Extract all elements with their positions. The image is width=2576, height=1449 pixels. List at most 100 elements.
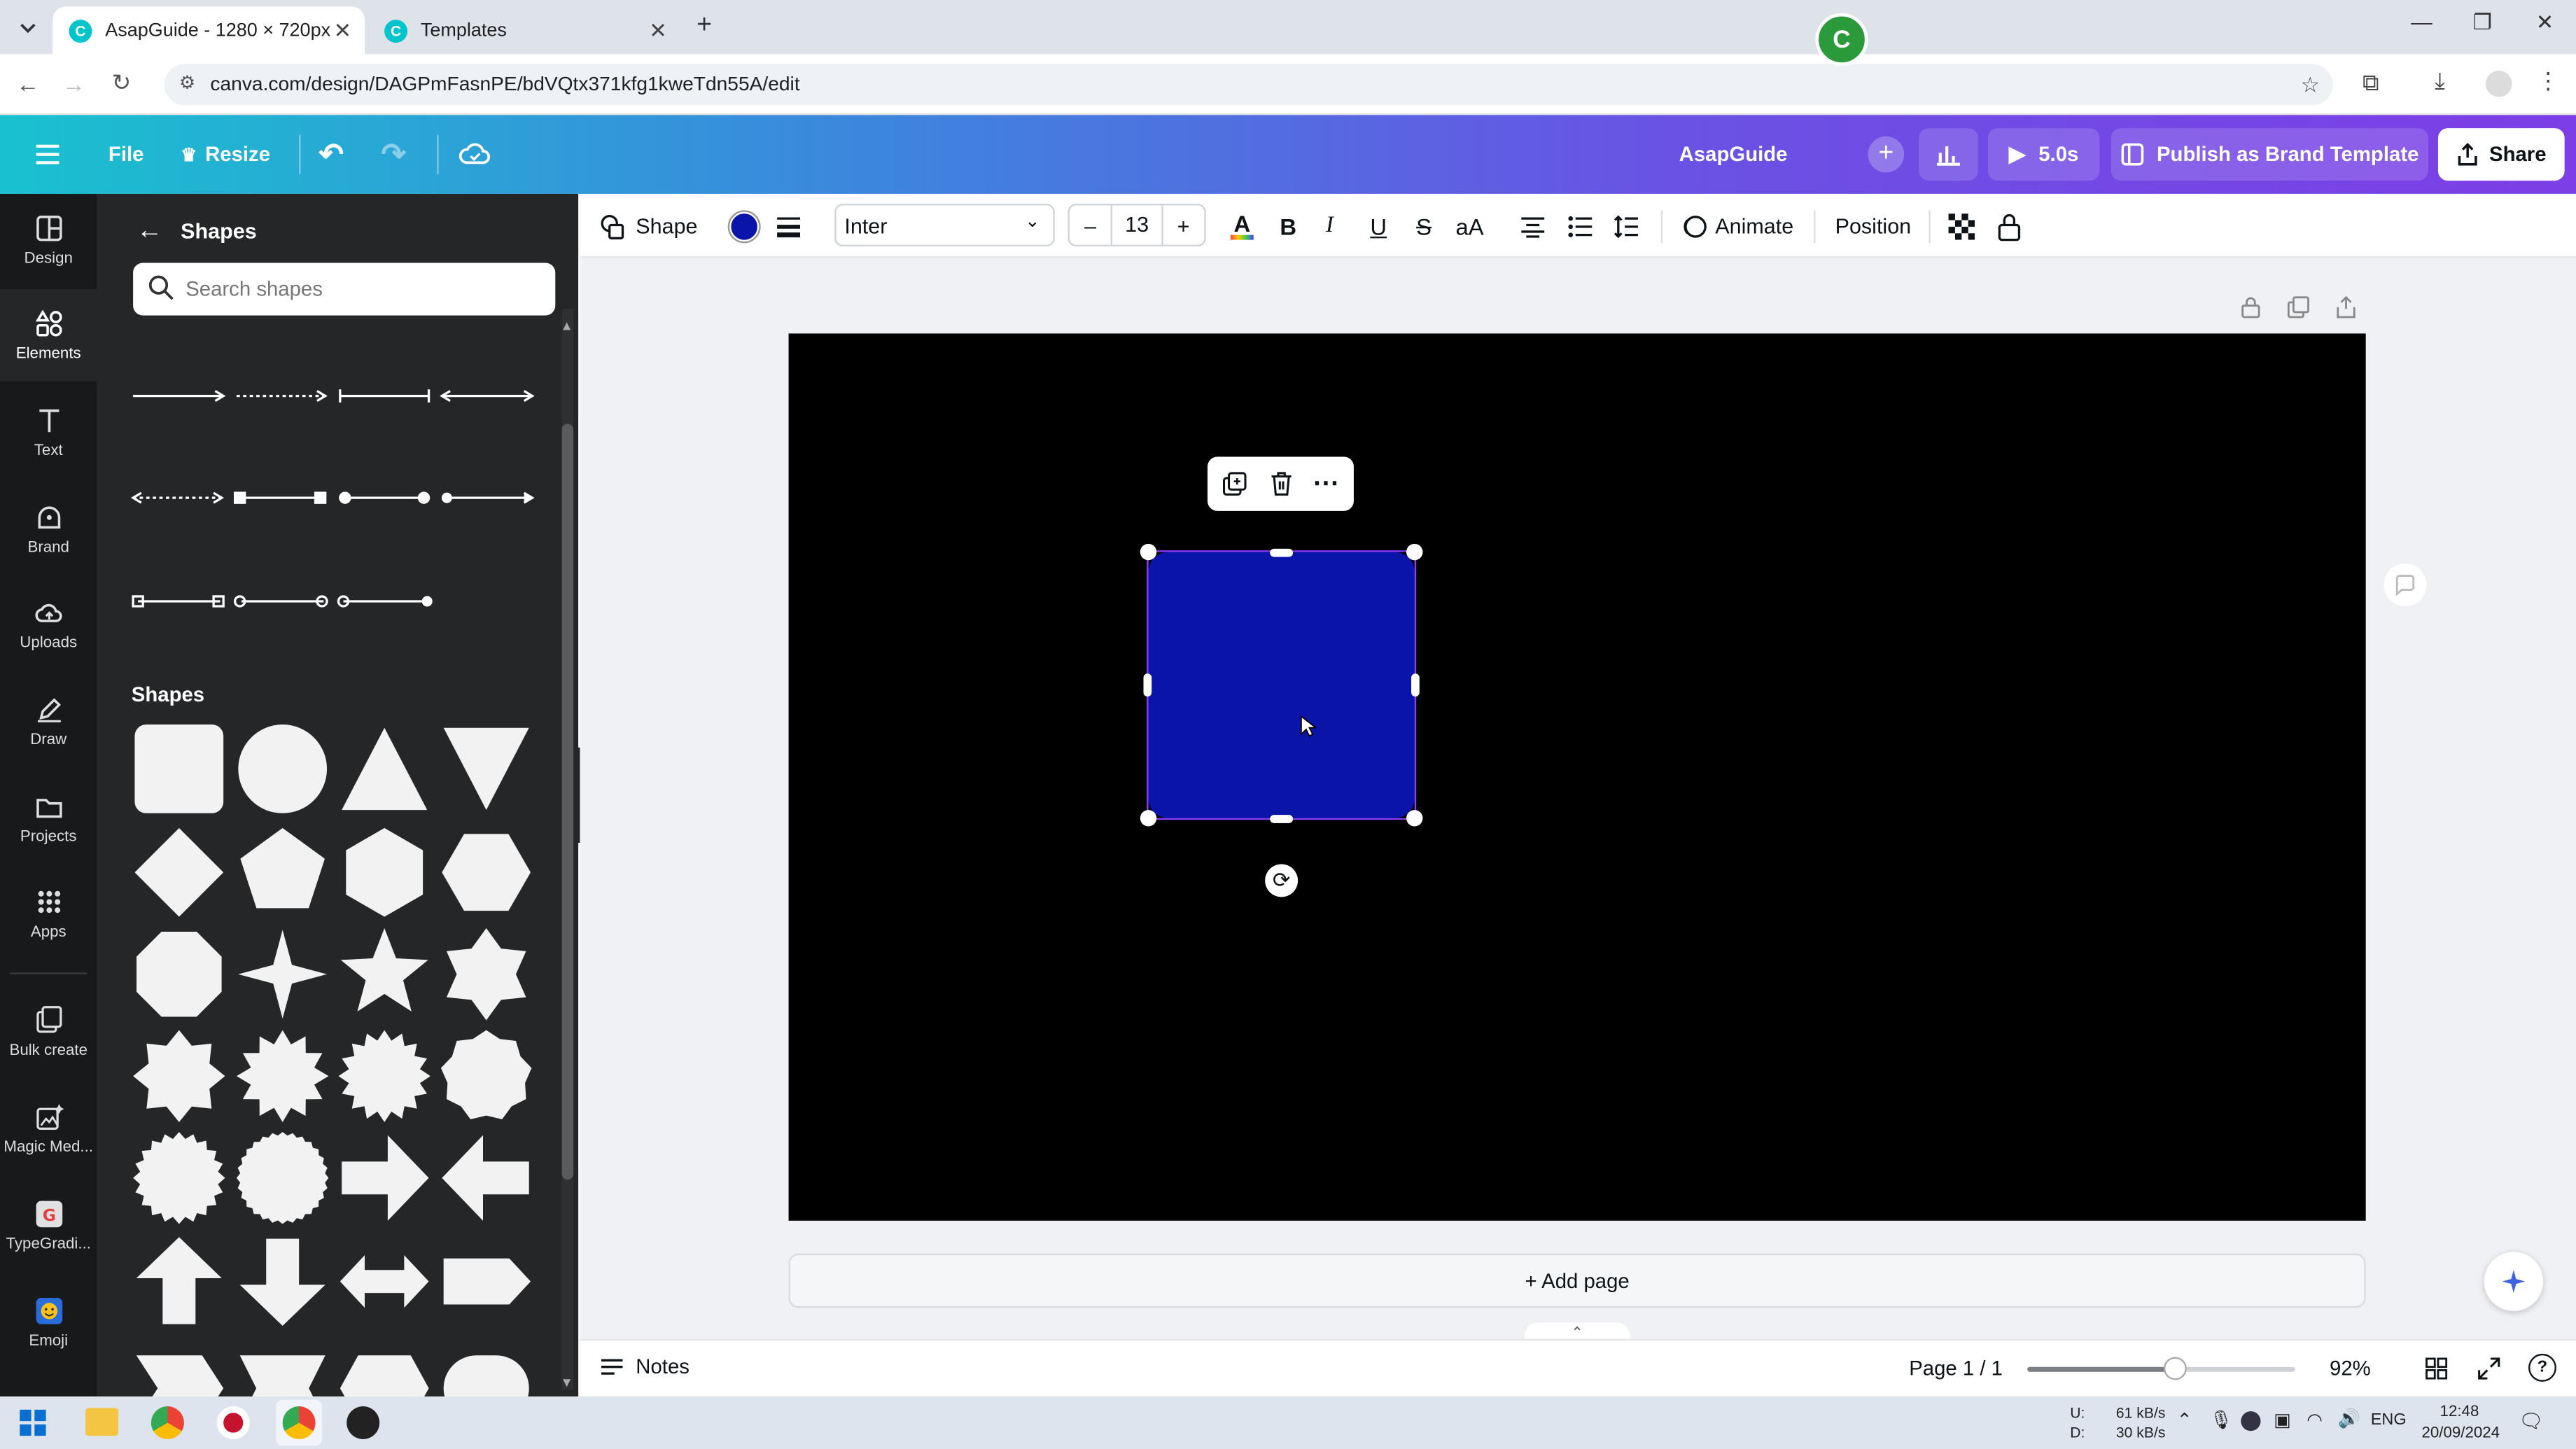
extensions-icon[interactable]: ⧉ — [2362, 69, 2379, 97]
panel-scrollbar[interactable] — [561, 309, 574, 1390]
pentagon-arrow-shape[interactable] — [440, 1236, 532, 1327]
burst-shape[interactable] — [133, 1132, 225, 1224]
six-point-star-shape[interactable] — [440, 928, 532, 1021]
fill-color-swatch[interactable] — [727, 210, 761, 244]
rail-item-apps[interactable]: Apps — [0, 867, 97, 959]
underline-icon[interactable]: U — [1370, 194, 1387, 258]
opera-icon[interactable] — [216, 1406, 250, 1439]
arrow-right-shape[interactable] — [338, 1132, 430, 1224]
clock[interactable]: 12:48 20/09/2024 — [2421, 1401, 2500, 1444]
lock-icon[interactable] — [1996, 194, 2023, 258]
delete-trash-icon[interactable] — [1268, 470, 1295, 498]
design-canvas[interactable]: ⋯ ⟳ — [788, 333, 2366, 1221]
font-size-stepper[interactable]: – 13 + — [1068, 204, 1206, 247]
page-indicator[interactable]: Page 1 / 1 — [1909, 1357, 2003, 1380]
windows-start-icon[interactable] — [20, 1409, 46, 1436]
page-lock-icon[interactable] — [2239, 295, 2262, 318]
five-point-star-shape[interactable] — [338, 928, 430, 1020]
seal-shape[interactable] — [236, 1132, 329, 1224]
circle-shape[interactable] — [237, 723, 328, 815]
text-color-icon[interactable]: A — [1230, 194, 1254, 258]
triangle-shape[interactable] — [338, 723, 430, 815]
forward-icon[interactable]: → — [62, 71, 85, 97]
tab-search-icon[interactable] — [13, 15, 43, 41]
microphone-icon[interactable]: 🎙 — [2210, 1410, 2233, 1431]
scrollbar-thumb[interactable] — [561, 424, 574, 1180]
user-avatar[interactable]: C — [1815, 13, 1868, 66]
resize-handle-n[interactable] — [1270, 548, 1294, 557]
rail-item-brand[interactable]: Brand — [0, 483, 97, 575]
resize-handle-se[interactable] — [1406, 810, 1423, 827]
double-arrow-shape[interactable] — [338, 1236, 430, 1327]
line-styles-grid[interactable] — [130, 371, 540, 614]
resize-handle-sw[interactable] — [1140, 810, 1157, 827]
grid-view-icon[interactable] — [2425, 1357, 2448, 1380]
duplicate-page-icon[interactable] — [2287, 295, 2310, 318]
search-shapes-input[interactable]: Search shapes — [133, 262, 556, 316]
minimize-icon[interactable]: — — [2397, 10, 2446, 34]
rail-item-typegradi[interactable]: G TypeGradi... — [0, 1180, 97, 1271]
four-point-star-shape[interactable] — [237, 928, 328, 1020]
strikethrough-icon[interactable]: S — [1416, 194, 1432, 258]
add-page-button[interactable]: + Add page — [788, 1253, 2366, 1308]
rail-item-bulk-create[interactable]: Bulk create — [0, 986, 97, 1077]
chrome-icon[interactable] — [282, 1406, 316, 1439]
arrow-left-shape[interactable] — [440, 1132, 532, 1224]
tray-display-icon[interactable]: ▣ — [2274, 1410, 2290, 1431]
notifications-icon[interactable]: 🗨 — [2519, 1410, 2544, 1433]
nine-point-star-shape[interactable] — [440, 1030, 532, 1122]
magic-assistant-icon[interactable] — [2484, 1252, 2544, 1311]
url-field[interactable]: ⚙ canva.com/design/DAGPmFasnPE/bdVQtx371… — [164, 64, 2333, 106]
rail-item-projects[interactable]: Projects — [0, 772, 97, 864]
browser-menu-icon[interactable]: ⋮ — [2537, 67, 2560, 95]
list-icon[interactable] — [1567, 194, 1594, 258]
font-family-select[interactable]: Inter ⌄ — [834, 204, 1055, 247]
scroll-up-icon[interactable]: ▲ — [560, 318, 573, 333]
resize-handle-e[interactable] — [1411, 673, 1420, 697]
hamburger-menu-icon[interactable] — [33, 115, 62, 194]
recorder-app-icon[interactable] — [346, 1406, 380, 1439]
notes-button[interactable]: Notes — [600, 1355, 690, 1378]
resize-handle-w[interactable] — [1143, 673, 1152, 697]
text-align-icon[interactable] — [1520, 194, 1546, 258]
profile-avatar[interactable] — [2486, 70, 2512, 97]
sixteen-point-star-shape[interactable] — [338, 1030, 430, 1123]
download-icon[interactable]: ⤓ — [2435, 67, 2445, 95]
rail-item-text[interactable]: Text — [0, 386, 97, 478]
animate-button[interactable]: Animate — [1681, 194, 1793, 258]
ribbon-shape[interactable] — [237, 1339, 328, 1396]
increase-font-icon[interactable]: + — [1163, 213, 1205, 237]
tab-close-icon[interactable]: ✕ — [334, 18, 352, 44]
invite-plus-icon[interactable]: + — [1868, 136, 1905, 173]
tab-asapguide[interactable]: C AsapGuide - 1280 × 720px ✕ — [52, 6, 365, 55]
file-explorer-icon[interactable] — [85, 1408, 118, 1436]
cloud-sync-icon[interactable] — [458, 115, 491, 194]
window-close-icon[interactable]: ✕ — [2520, 10, 2569, 36]
shape-type-button[interactable]: Shape — [600, 194, 698, 258]
diamond-shape[interactable] — [133, 827, 225, 918]
zoom-level[interactable]: 92% — [2330, 1357, 2371, 1380]
volume-icon[interactable]: 🔊 — [2338, 1408, 2360, 1429]
rail-item-design[interactable]: Design — [0, 194, 97, 286]
fullscreen-icon[interactable] — [2477, 1357, 2500, 1380]
rail-item-emoji[interactable]: Emoji — [0, 1277, 97, 1368]
rail-item-uploads[interactable]: Uploads — [0, 578, 97, 670]
present-play-button[interactable]: ▶ 5.0s — [1987, 128, 2100, 181]
back-icon[interactable]: ← — [16, 71, 39, 97]
rotate-handle-icon[interactable]: ⟳ — [1265, 864, 1298, 897]
tray-chevron-icon[interactable]: ⌃ — [2177, 1410, 2192, 1431]
comment-icon[interactable] — [2384, 564, 2427, 607]
tab-templates[interactable]: C Templates ✕ — [368, 6, 680, 54]
position-button[interactable]: Position — [1835, 194, 1912, 258]
language-indicator[interactable]: ENG — [2371, 1411, 2407, 1429]
resize-handle-s[interactable] — [1270, 815, 1294, 823]
duplicate-icon[interactable] — [1222, 472, 1249, 498]
tray-app-icon[interactable] — [2241, 1411, 2261, 1432]
wifi-icon[interactable]: ◠ — [2306, 1410, 2323, 1431]
letter-case-icon[interactable]: aA — [1455, 194, 1483, 258]
chevron-shape[interactable] — [133, 1339, 225, 1396]
zoom-slider-knob[interactable] — [2163, 1357, 2187, 1380]
bold-icon[interactable]: B — [1280, 194, 1296, 258]
resize-handle-ne[interactable] — [1406, 543, 1423, 561]
arrow-down-shape[interactable] — [237, 1236, 328, 1327]
